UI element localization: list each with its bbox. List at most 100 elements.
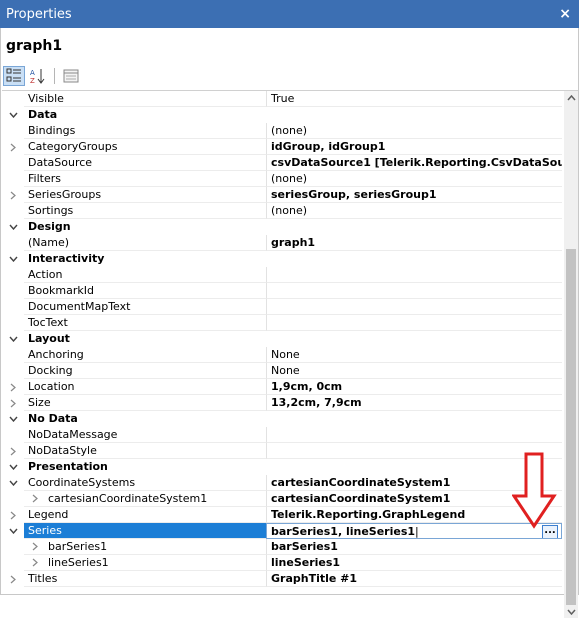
property-row[interactable]: barSeries1 barSeries1: [2, 539, 562, 555]
property-value[interactable]: lineSeries1: [266, 555, 562, 571]
property-name[interactable]: Titles: [24, 571, 266, 587]
property-value[interactable]: graph1: [266, 235, 562, 251]
property-value[interactable]: 1,9cm, 0cm: [266, 379, 562, 395]
chevron-down-icon[interactable]: [2, 523, 24, 539]
property-value[interactable]: [266, 315, 562, 331]
property-value[interactable]: [266, 267, 562, 283]
property-name[interactable]: DocumentMapText: [24, 299, 266, 315]
category-row[interactable]: Presentation: [2, 459, 562, 475]
property-value[interactable]: (none): [266, 171, 562, 187]
property-value[interactable]: (none): [266, 123, 562, 139]
property-name[interactable]: cartesianCoordinateSystem1: [24, 491, 266, 507]
property-row[interactable]: NoDataMessage: [2, 427, 562, 443]
category-row[interactable]: Data: [2, 107, 562, 123]
property-value[interactable]: csvDataSource1 [Telerik.Reporting.CsvDat…: [266, 155, 562, 171]
property-value[interactable]: 13,2cm, 7,9cm: [266, 395, 562, 411]
vertical-scrollbar[interactable]: [564, 91, 578, 618]
property-row[interactable]: DataSource csvDataSource1 [Telerik.Report…: [2, 155, 562, 171]
property-row[interactable]: Docking None: [2, 363, 562, 379]
category-row[interactable]: Layout: [2, 331, 562, 347]
property-row[interactable]: Visible True: [2, 91, 562, 107]
property-name[interactable]: (Name): [24, 235, 266, 251]
scroll-down-icon[interactable]: [564, 605, 578, 618]
property-name[interactable]: TocText: [24, 315, 266, 331]
property-name[interactable]: lineSeries1: [24, 555, 266, 571]
property-value[interactable]: barSeries1: [266, 539, 562, 555]
property-name[interactable]: Filters: [24, 171, 266, 187]
chevron-down-icon[interactable]: [2, 107, 24, 123]
category-row[interactable]: Interactivity: [2, 251, 562, 267]
chevron-right-icon[interactable]: [2, 395, 24, 411]
property-row[interactable]: Size 13,2cm, 7,9cm: [2, 395, 562, 411]
property-row[interactable]: NoDataStyle: [2, 443, 562, 459]
chevron-right-icon[interactable]: [32, 491, 38, 506]
chevron-right-icon[interactable]: [32, 555, 38, 570]
property-row[interactable]: Anchoring None: [2, 347, 562, 363]
property-row[interactable]: Titles GraphTitle #1: [2, 571, 562, 587]
property-name[interactable]: BookmarkId: [24, 283, 266, 299]
property-name[interactable]: Sortings: [24, 203, 266, 219]
chevron-down-icon[interactable]: [2, 411, 24, 427]
property-name[interactable]: SeriesGroups: [24, 187, 266, 203]
property-row[interactable]: DocumentMapText: [2, 299, 562, 315]
chevron-right-icon[interactable]: [32, 539, 38, 554]
property-name[interactable]: NoDataMessage: [24, 427, 266, 443]
property-row[interactable]: TocText: [2, 315, 562, 331]
property-row[interactable]: BookmarkId: [2, 283, 562, 299]
close-icon[interactable]: ×: [559, 7, 571, 21]
property-name[interactable]: Location: [24, 379, 266, 395]
property-value[interactable]: [266, 299, 562, 315]
category-row[interactable]: Design: [2, 219, 562, 235]
property-value[interactable]: (none): [266, 203, 562, 219]
chevron-right-icon[interactable]: [2, 443, 24, 459]
property-name[interactable]: Bindings: [24, 123, 266, 139]
property-value[interactable]: seriesGroup, seriesGroup1: [266, 187, 562, 203]
property-name[interactable]: CategoryGroups: [24, 139, 266, 155]
property-row[interactable]: Action: [2, 267, 562, 283]
property-name[interactable]: CoordinateSystems: [24, 475, 266, 491]
property-name[interactable]: Size: [24, 395, 266, 411]
chevron-down-icon[interactable]: [2, 475, 24, 491]
property-pages-button[interactable]: [60, 66, 82, 86]
chevron-right-icon[interactable]: [2, 571, 24, 587]
property-value[interactable]: idGroup, idGroup1: [266, 139, 562, 155]
categorized-button[interactable]: [3, 66, 25, 86]
chevron-right-icon[interactable]: [2, 139, 24, 155]
property-value[interactable]: None: [266, 347, 562, 363]
property-value[interactable]: True: [266, 91, 562, 107]
property-name[interactable]: Anchoring: [24, 347, 266, 363]
property-row[interactable]: Legend Telerik.Reporting.GraphLegend: [2, 507, 562, 523]
chevron-right-icon[interactable]: [2, 507, 24, 523]
chevron-down-icon[interactable]: [2, 331, 24, 347]
property-value[interactable]: [266, 427, 562, 443]
property-row[interactable]: Location 1,9cm, 0cm: [2, 379, 562, 395]
property-row[interactable]: lineSeries1 lineSeries1: [2, 555, 562, 571]
property-row[interactable]: CategoryGroups idGroup, idGroup1: [2, 139, 562, 155]
chevron-down-icon[interactable]: [2, 459, 24, 475]
property-row[interactable]: Filters (none): [2, 171, 562, 187]
property-value[interactable]: [266, 283, 562, 299]
property-name[interactable]: Series: [24, 523, 266, 539]
chevron-down-icon[interactable]: [2, 219, 24, 235]
property-name[interactable]: Action: [24, 267, 266, 283]
property-name[interactable]: barSeries1: [24, 539, 266, 555]
alphabetical-button[interactable]: A Z: [27, 66, 49, 86]
property-row[interactable]: Bindings (none): [2, 123, 562, 139]
property-value[interactable]: GraphTitle #1: [266, 571, 562, 587]
property-name[interactable]: NoDataStyle: [24, 443, 266, 459]
scroll-up-icon[interactable]: [564, 91, 578, 105]
property-row[interactable]: cartesianCoordinateSystem1 cartesianCoord…: [2, 491, 562, 507]
property-row[interactable]: CoordinateSystems cartesianCoordinateSyst…: [2, 475, 562, 491]
property-name[interactable]: Legend: [24, 507, 266, 523]
property-row[interactable]: Sortings (none): [2, 203, 562, 219]
chevron-right-icon[interactable]: [2, 187, 24, 203]
category-row[interactable]: No Data: [2, 411, 562, 427]
property-row[interactable]: Series barSeries1, lineSeries1|...: [2, 523, 562, 539]
scrollbar-thumb[interactable]: [566, 249, 576, 605]
chevron-right-icon[interactable]: [2, 379, 24, 395]
property-row[interactable]: SeriesGroups seriesGroup, seriesGroup1: [2, 187, 562, 203]
property-row[interactable]: (Name) graph1: [2, 235, 562, 251]
property-value[interactable]: None: [266, 363, 562, 379]
property-name[interactable]: DataSource: [24, 155, 266, 171]
chevron-down-icon[interactable]: [2, 251, 24, 267]
